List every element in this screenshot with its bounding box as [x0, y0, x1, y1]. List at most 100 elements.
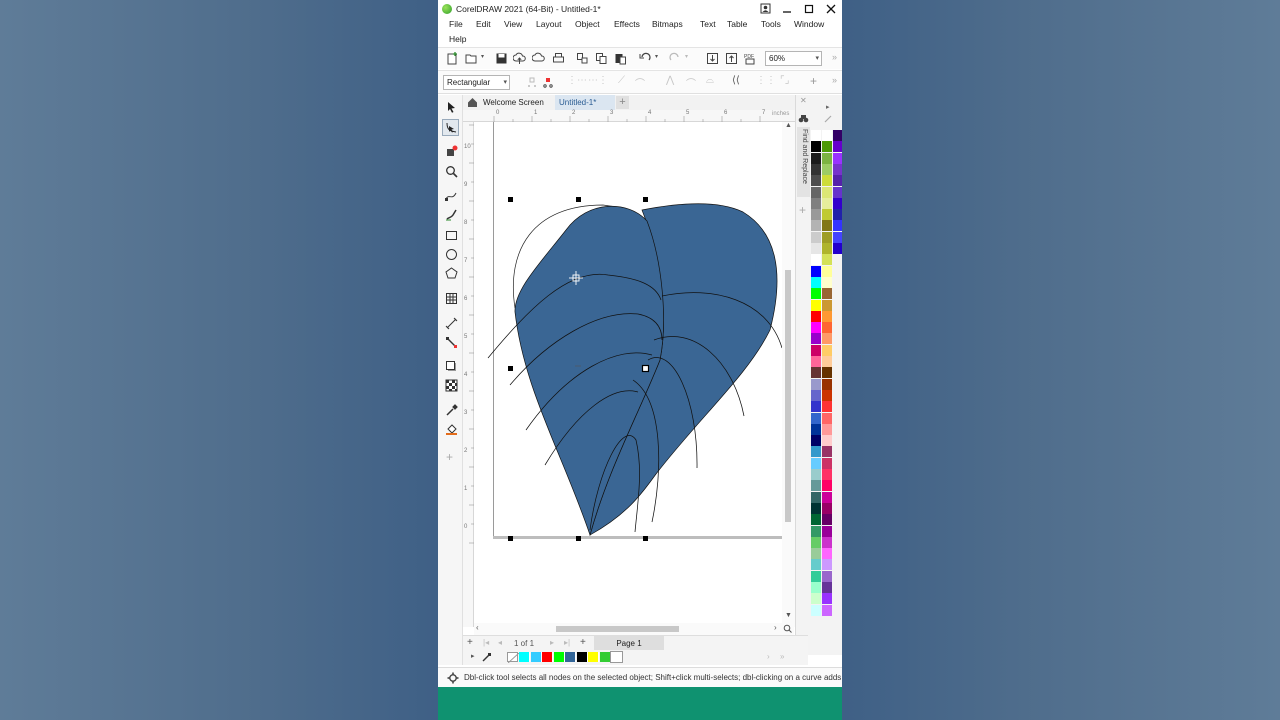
palette-scroll-up-icon[interactable]: ▸	[826, 103, 830, 111]
palette-swatch[interactable]	[811, 389, 821, 401]
palette-swatch[interactable]	[811, 186, 821, 198]
palette-swatch[interactable]	[822, 220, 832, 232]
palette-swatch[interactable]	[811, 299, 821, 311]
palette-swatch[interactable]	[811, 423, 821, 435]
add-page-before-button[interactable]: +	[467, 637, 473, 648]
find-replace-docker-tab[interactable]: Find and Replace	[797, 127, 810, 197]
palette-swatch[interactable]	[822, 163, 832, 175]
palette-swatch[interactable]	[822, 209, 832, 221]
document-swatch[interactable]	[530, 652, 542, 662]
palette-swatch[interactable]	[822, 130, 832, 141]
palette-swatch[interactable]	[833, 152, 842, 164]
palette-swatch[interactable]	[811, 231, 821, 243]
document-swatch[interactable]	[588, 652, 599, 662]
palette-swatch[interactable]	[811, 593, 821, 605]
palette-swatch[interactable]	[822, 389, 832, 401]
palette-swatch[interactable]	[811, 446, 821, 458]
docker-close-icon[interactable]: ✕	[800, 96, 807, 105]
horizontal-scroll-thumb[interactable]	[556, 626, 679, 632]
scroll-left-icon[interactable]: ‹	[476, 623, 479, 632]
palette-swatch[interactable]	[811, 457, 821, 469]
palette-swatch[interactable]	[833, 243, 842, 254]
palette-swatch[interactable]	[822, 344, 832, 356]
last-page-icon[interactable]: ▸|	[564, 638, 570, 647]
palette-swatch[interactable]	[822, 356, 832, 367]
palette-swatch[interactable]	[811, 604, 821, 616]
palette-swatch[interactable]	[811, 175, 821, 187]
palette-swatch[interactable]	[811, 502, 821, 514]
palette-swatch[interactable]	[822, 243, 832, 254]
palette-swatch[interactable]	[822, 378, 832, 390]
add-page-after-button[interactable]: +	[580, 637, 586, 648]
vertical-scroll-thumb[interactable]	[785, 270, 791, 522]
palette-swatch[interactable]	[822, 197, 832, 209]
palette-swatch[interactable]	[822, 231, 832, 243]
palette-swatch[interactable]	[811, 243, 821, 254]
doc-palette-eyedropper-icon[interactable]	[482, 652, 492, 662]
document-swatch[interactable]	[565, 652, 576, 662]
first-page-icon[interactable]: |◂	[483, 638, 489, 647]
palette-swatch[interactable]	[811, 163, 821, 175]
palette-swatch[interactable]	[822, 265, 832, 277]
document-swatch[interactable]	[542, 652, 553, 662]
page-1-tab[interactable]: Page 1	[594, 636, 664, 651]
doc-palette-overflow-icon[interactable]: »	[780, 652, 784, 661]
add-docker-icon[interactable]: +	[799, 203, 806, 217]
palette-swatch[interactable]	[833, 163, 842, 175]
palette-swatch[interactable]	[822, 582, 832, 593]
palette-swatch[interactable]	[811, 582, 821, 593]
palette-swatch[interactable]	[822, 604, 832, 616]
palette-swatch[interactable]	[822, 536, 832, 548]
palette-swatch[interactable]	[822, 401, 832, 413]
palette-swatch[interactable]	[822, 559, 832, 571]
palette-swatch[interactable]	[811, 322, 821, 334]
scroll-up-icon[interactable]: ▲	[785, 122, 792, 129]
palette-swatch[interactable]	[811, 480, 821, 492]
gear-icon[interactable]	[447, 672, 459, 684]
palette-swatch[interactable]	[811, 344, 821, 356]
palette-swatch[interactable]	[833, 186, 842, 198]
palette-swatch[interactable]	[822, 310, 832, 322]
vertical-scrollbar[interactable]: ▲ ▼	[782, 122, 795, 627]
palette-swatch[interactable]	[811, 525, 821, 537]
palette-swatch[interactable]	[811, 310, 821, 322]
palette-swatch[interactable]	[822, 299, 832, 311]
palette-swatch[interactable]	[811, 548, 821, 560]
eyedropper-palette-icon[interactable]	[824, 114, 833, 123]
palette-swatch[interactable]	[822, 502, 832, 514]
no-color-swatch[interactable]	[507, 652, 520, 664]
palette-swatch[interactable]	[811, 209, 821, 221]
palette-swatch[interactable]	[811, 536, 821, 548]
palette-swatch[interactable]	[822, 175, 832, 187]
palette-swatch[interactable]	[811, 378, 821, 390]
palette-swatch[interactable]	[833, 130, 842, 141]
palette-swatch[interactable]	[822, 288, 832, 300]
palette-swatch[interactable]	[822, 141, 832, 153]
palette-swatch[interactable]	[822, 548, 832, 560]
palette-swatch[interactable]	[811, 130, 821, 141]
palette-swatch[interactable]	[822, 254, 832, 266]
palette-swatch[interactable]	[811, 220, 821, 232]
document-swatch[interactable]	[576, 652, 588, 662]
palette-swatch[interactable]	[833, 220, 842, 232]
palette-swatch[interactable]	[822, 186, 832, 198]
palette-swatch[interactable]	[811, 265, 821, 277]
next-page-icon[interactable]: ▸	[550, 638, 554, 647]
palette-swatch[interactable]	[811, 197, 821, 209]
palette-swatch[interactable]	[833, 141, 842, 153]
palette-swatch[interactable]	[822, 593, 832, 605]
palette-swatch[interactable]	[811, 401, 821, 413]
palette-swatch[interactable]	[822, 435, 832, 447]
palette-swatch[interactable]	[822, 276, 832, 288]
document-swatch[interactable]	[599, 652, 611, 662]
palette-swatch[interactable]	[822, 322, 832, 334]
document-swatch[interactable]	[553, 652, 565, 662]
palette-swatch[interactable]	[822, 514, 832, 526]
palette-swatch[interactable]	[822, 491, 832, 503]
palette-swatch[interactable]	[833, 175, 842, 187]
palette-swatch[interactable]	[822, 446, 832, 458]
palette-swatch[interactable]	[822, 525, 832, 537]
palette-swatch[interactable]	[833, 197, 842, 209]
palette-swatch[interactable]	[822, 469, 832, 480]
palette-swatch[interactable]	[822, 457, 832, 469]
